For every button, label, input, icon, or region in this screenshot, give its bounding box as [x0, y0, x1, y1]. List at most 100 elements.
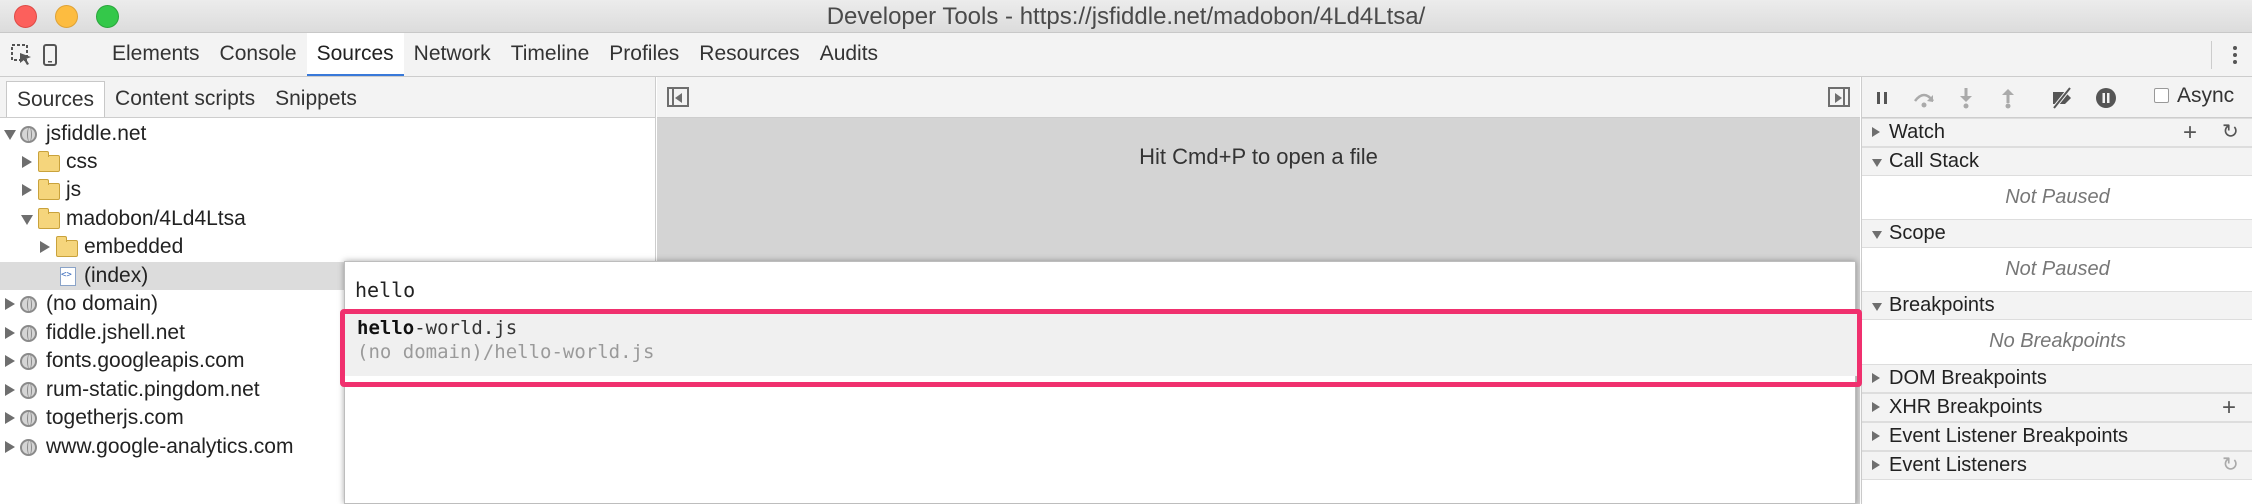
collapse-arrow-icon[interactable] — [40, 241, 50, 253]
inspect-element-icon[interactable] — [10, 43, 34, 67]
deactivate-breakpoints-icon[interactable] — [2050, 86, 2074, 110]
debugger-toolbar: Async — [1862, 77, 2252, 118]
globe-icon — [20, 439, 37, 456]
add-xhr-breakpoint-icon[interactable]: + — [2222, 394, 2236, 421]
nav-tab-snippets[interactable]: Snippets — [265, 81, 367, 117]
globe-icon — [20, 296, 37, 313]
refresh-icon[interactable]: ↻ — [2222, 452, 2239, 479]
expand-arrow-icon — [1872, 159, 1882, 167]
section-title: Event Listeners — [1889, 454, 2027, 476]
section-title: XHR Breakpoints — [1889, 396, 2043, 418]
section-title: Scope — [1889, 222, 1946, 244]
collapse-arrow-icon — [1872, 460, 1880, 470]
tab-audits[interactable]: Audits — [810, 33, 888, 76]
watch-section-header[interactable]: Watch + ↻ — [1862, 118, 2252, 147]
toolbar-divider — [2211, 41, 2212, 69]
pause-icon[interactable] — [1870, 86, 1894, 110]
tree-item-label: fiddle.jshell.net — [46, 321, 185, 344]
tab-network[interactable]: Network — [404, 33, 501, 76]
tree-item-label: fonts.googleapis.com — [46, 349, 245, 372]
breakpoints-status: No Breakpoints — [1862, 320, 2252, 363]
title-bar: Developer Tools - https://jsfiddle.net/m… — [0, 0, 2252, 33]
collapse-arrow-icon — [1872, 127, 1880, 137]
panel-tabs: Elements Console Sources Network Timelin… — [102, 33, 888, 76]
tree-item-label: madobon/4Ld4Ltsa — [66, 207, 246, 230]
collapse-arrow-icon — [1872, 402, 1880, 412]
tree-item-css[interactable]: css — [0, 148, 656, 176]
toggle-navigator-icon[interactable] — [667, 87, 689, 107]
async-checkbox[interactable]: Async — [2154, 84, 2234, 108]
tree-item-label: rum-static.pingdom.net — [46, 378, 260, 401]
tab-timeline[interactable]: Timeline — [501, 33, 600, 76]
expand-arrow-icon[interactable] — [4, 130, 16, 140]
globe-icon — [20, 126, 37, 143]
nav-tab-content-scripts[interactable]: Content scripts — [105, 81, 265, 117]
tab-profiles[interactable]: Profiles — [599, 33, 689, 76]
collapse-arrow-icon[interactable] — [22, 156, 32, 168]
globe-icon — [20, 325, 37, 342]
expand-arrow-icon — [1872, 303, 1882, 311]
checkbox-icon[interactable] — [2154, 88, 2169, 103]
main-toolbar: Elements Console Sources Network Timelin… — [0, 33, 2252, 77]
more-options-icon[interactable] — [2232, 43, 2238, 67]
call-stack-section-header[interactable]: Call Stack — [1862, 147, 2252, 176]
tab-console[interactable]: Console — [210, 33, 307, 76]
tree-item-label: www.google-analytics.com — [46, 435, 294, 458]
collapse-arrow-icon[interactable] — [5, 441, 15, 453]
expand-arrow-icon — [1872, 231, 1882, 239]
section-title: Call Stack — [1889, 150, 1980, 172]
scope-status: Not Paused — [1862, 248, 2252, 291]
tree-item-label: js — [66, 178, 82, 201]
step-out-icon[interactable] — [1996, 86, 2020, 110]
tree-item-label: (index) — [84, 264, 149, 287]
tree-item-label: embedded — [84, 235, 184, 258]
xhr-breakpoints-section-header[interactable]: XHR Breakpoints + — [1862, 393, 2252, 422]
tree-item-jsfiddle[interactable]: jsfiddle.net — [0, 120, 656, 148]
collapse-arrow-icon[interactable] — [22, 184, 32, 196]
tree-item-label: (no domain) — [46, 292, 159, 315]
event-listeners-section-header[interactable]: Event Listeners ↻ — [1862, 451, 2252, 480]
call-stack-status: Not Paused — [1862, 176, 2252, 219]
section-title: Breakpoints — [1889, 294, 1995, 316]
window-title: Developer Tools - https://jsfiddle.net/m… — [826, 3, 1426, 30]
collapse-arrow-icon[interactable] — [5, 298, 15, 310]
scope-section-header[interactable]: Scope — [1862, 219, 2252, 248]
folder-icon — [38, 179, 60, 200]
folder-icon — [56, 236, 78, 257]
device-mode-icon[interactable] — [38, 43, 62, 67]
tree-item-js[interactable]: js — [0, 176, 656, 204]
pause-on-exceptions-icon[interactable] — [2094, 86, 2118, 110]
globe-icon — [20, 382, 37, 399]
tree-item-label: css — [66, 150, 98, 173]
refresh-icon[interactable]: ↻ — [2222, 119, 2239, 146]
nav-tab-sources[interactable]: Sources — [6, 81, 106, 117]
tab-resources[interactable]: Resources — [689, 33, 809, 76]
tab-sources[interactable]: Sources — [306, 33, 404, 76]
expand-arrow-icon[interactable] — [21, 215, 33, 225]
step-over-icon[interactable] — [1912, 86, 1936, 110]
collapse-arrow-icon[interactable] — [5, 412, 15, 424]
collapse-arrow-icon — [1872, 431, 1880, 441]
quick-open-input[interactable] — [355, 274, 1755, 306]
section-title: Event Listener Breakpoints — [1889, 425, 2129, 447]
collapse-arrow-icon — [1872, 373, 1880, 383]
collapse-arrow-icon[interactable] — [5, 327, 15, 339]
section-title: Watch — [1889, 121, 1945, 143]
navigator-tabs: Sources Content scripts Snippets — [0, 77, 655, 118]
tree-item-embedded[interactable]: embedded — [0, 233, 656, 261]
event-listener-breakpoints-section-header[interactable]: Event Listener Breakpoints — [1862, 422, 2252, 451]
highlight-annotation — [340, 309, 1862, 387]
dom-breakpoints-section-header[interactable]: DOM Breakpoints — [1862, 364, 2252, 393]
breakpoints-section-header[interactable]: Breakpoints — [1862, 291, 2252, 320]
step-into-icon[interactable] — [1954, 86, 1978, 110]
async-label: Async — [2177, 84, 2235, 107]
collapse-arrow-icon[interactable] — [5, 384, 15, 396]
tree-item-madobon[interactable]: madobon/4Ld4Ltsa — [0, 205, 656, 233]
toggle-debugger-icon[interactable] — [1828, 87, 1850, 107]
tab-elements[interactable]: Elements — [102, 33, 210, 76]
collapse-arrow-icon[interactable] — [5, 355, 15, 367]
tree-item-label: togetherjs.com — [46, 406, 184, 429]
open-file-hint: Hit Cmd+P to open a file — [1139, 144, 1378, 169]
add-watch-icon[interactable]: + — [2183, 119, 2197, 146]
tree-item-label: jsfiddle.net — [46, 122, 147, 145]
